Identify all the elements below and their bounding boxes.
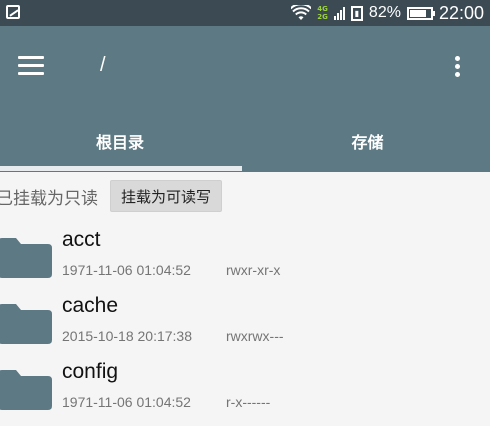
file-permissions: r-x------: [226, 394, 271, 410]
file-permissions: rwxrwx---: [226, 328, 284, 344]
mount-status-label: 已挂载为只读: [0, 188, 98, 209]
network-type: 4G 2G: [317, 5, 328, 21]
tab-storage[interactable]: 存储: [245, 110, 490, 172]
active-tab-indicator: [0, 166, 242, 171]
list-item[interactable]: cache 2015-10-18 20:17:38 rwxrwx---: [0, 294, 490, 360]
file-date: 1971-11-06 01:04:52: [62, 394, 191, 410]
mount-read-write-button[interactable]: 挂载为可读写: [110, 180, 223, 212]
more-vert-icon[interactable]: [450, 54, 466, 80]
battery-percent: 82%: [368, 4, 401, 21]
file-date: 1971-11-06 01:04:52: [62, 262, 191, 278]
app-bar: / 根目录 存储: [0, 26, 490, 172]
folder-icon: [0, 238, 52, 278]
signal-strength-icon: [333, 6, 345, 20]
file-name: acct: [62, 228, 101, 251]
file-name: cache: [62, 294, 119, 317]
hamburger-menu-icon[interactable]: [18, 56, 44, 76]
battery-icon: [406, 6, 435, 20]
list-item[interactable]: config 1971-11-06 01:04:52 r-x------: [0, 360, 490, 426]
network-type-bottom: 2G: [317, 13, 328, 21]
file-date: 2015-10-18 20:17:38: [62, 328, 192, 344]
file-permissions: rwxr-xr-x: [226, 262, 281, 278]
current-path-title: /: [100, 54, 106, 76]
folder-icon: [0, 304, 52, 344]
wifi-icon: [291, 5, 312, 20]
sim-card-icon: ▮: [350, 5, 363, 21]
mount-row: 已挂载为只读 挂载为可读写: [0, 180, 223, 212]
folder-icon: [0, 370, 52, 410]
status-bar: 4G 2G ▮ 82% 22:00: [0, 0, 490, 26]
list-item[interactable]: acct 1971-11-06 01:04:52 rwxr-xr-x: [0, 228, 490, 294]
status-indicators: 4G 2G ▮ 82% 22:00: [291, 0, 484, 26]
network-type-top: 4G: [317, 5, 328, 13]
image-notification-icon: [6, 5, 20, 19]
tab-root-directory[interactable]: 根目录: [0, 110, 240, 172]
status-time: 22:00: [438, 2, 484, 23]
tab-bar: 根目录 存储: [0, 110, 490, 172]
file-name: config: [62, 360, 119, 383]
